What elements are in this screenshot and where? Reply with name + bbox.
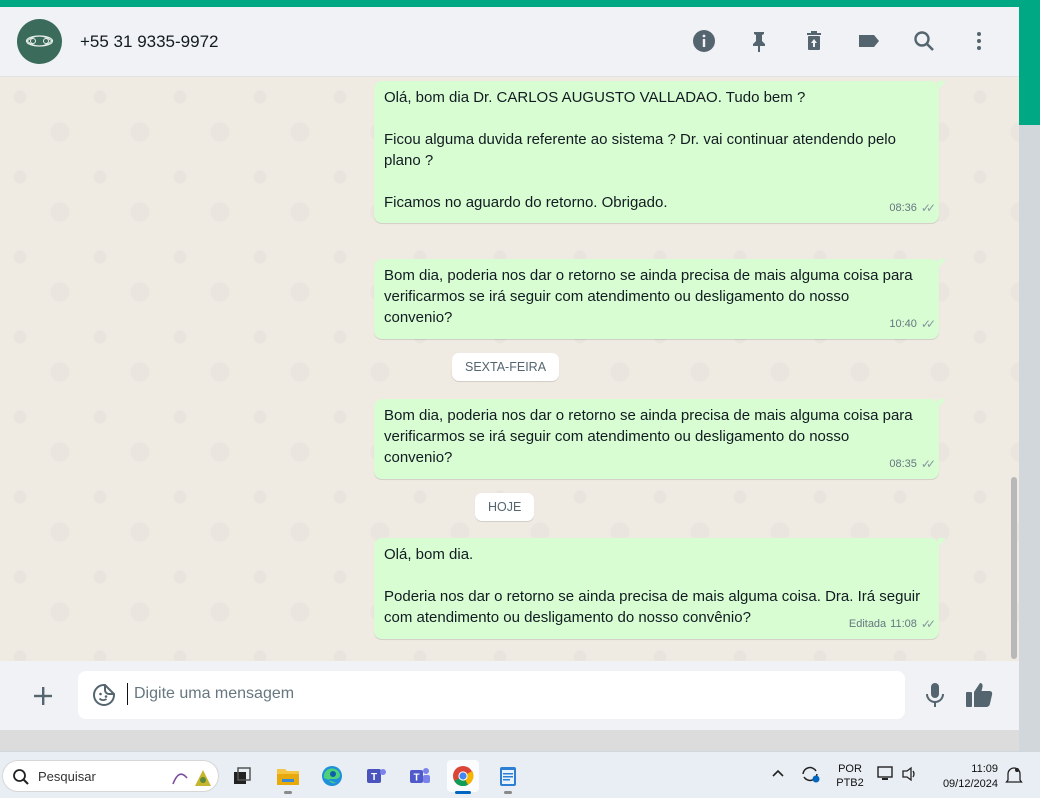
message-bubble[interactable]: Olá, bom dia. Poderia nos dar o retorno … [374, 538, 946, 639]
message-composer: Digite uma mensagem [0, 661, 1019, 730]
message-meta: 08:35 ✓✓ [889, 454, 936, 475]
contact-avatar[interactable] [17, 19, 62, 64]
message-time: 08:35 [889, 458, 917, 470]
file-explorer-icon[interactable] [272, 760, 304, 794]
pin-icon[interactable] [746, 28, 772, 54]
svg-text:T: T [413, 773, 419, 784]
message-line: com atendimento ou desligamento do nosso… [384, 609, 751, 626]
date-divider: SEXTA-FEIRA [452, 353, 560, 381]
message-meta: 10:40 ✓✓ [889, 314, 936, 335]
text-caret [127, 683, 128, 705]
clock-date: 09/12/2024 [942, 778, 998, 790]
menu-icon[interactable] [966, 28, 992, 54]
thumbs-up-icon[interactable] [964, 681, 994, 709]
read-ticks-icon: ✓✓ [920, 457, 936, 471]
edited-label: Editada [848, 618, 887, 630]
read-ticks-icon: ✓✓ [920, 317, 936, 331]
message-time: 08:36 [889, 202, 917, 214]
clock[interactable]: 11:09 09/12/2024 [930, 762, 1002, 792]
search-icon [13, 769, 29, 785]
message-line: Bom dia, poderia nos dar o retorno se ai… [384, 407, 913, 424]
message-line: Ficou alguma duvida referente ao sistema… [384, 131, 896, 148]
running-indicator [284, 791, 292, 794]
sync-icon[interactable] [800, 764, 822, 787]
svg-text:T: T [371, 772, 377, 783]
message-bubble[interactable]: Bom dia, poderia nos dar o retorno se ai… [374, 399, 946, 479]
notepad-icon[interactable] [492, 760, 524, 794]
chat-header: +55 31 9335-9972 [0, 7, 1019, 77]
message-line: verificarmos se irá seguir com atendimen… [384, 288, 850, 305]
search-highlight-icon [172, 770, 211, 786]
date-divider: HOJE [475, 493, 535, 521]
message-line [384, 171, 929, 192]
volume-icon[interactable] [901, 766, 919, 785]
message-bubble[interactable]: Olá, bom dia Dr. CARLOS AUGUSTO VALLADAO… [374, 81, 946, 223]
taskbar-search[interactable]: Pesquisar [2, 760, 219, 792]
whatsapp-window: +55 31 9335-9972 Olá, bom dia Dr. CARLOS… [0, 7, 1019, 730]
message-line: Olá, bom dia Dr. CARLOS AUGUSTO VALLADAO… [384, 89, 806, 106]
attach-plus-icon[interactable] [30, 683, 56, 709]
chat-scrollbar[interactable] [1011, 477, 1017, 659]
message-bubble[interactable]: Bom dia, poderia nos dar o retorno se ai… [374, 259, 946, 339]
message-line: convenio? [384, 309, 453, 326]
language-indicator[interactable]: POR PTB2 [834, 762, 866, 790]
windows-taskbar: Pesquisar T T POR PTB2 11:09 09/12/2024 [0, 751, 1040, 798]
message-time: 11:08 [890, 618, 917, 630]
read-ticks-icon: ✓✓ [920, 617, 936, 631]
info-icon[interactable] [691, 28, 717, 54]
window-top-accent [0, 0, 1040, 7]
window-side-panel [1019, 125, 1040, 751]
running-indicator [504, 791, 512, 794]
network-icon[interactable] [877, 765, 895, 786]
message-input-placeholder: Digite uma mensagem [134, 685, 295, 702]
message-line: Bom dia, poderia nos dar o retorno se ai… [384, 267, 913, 284]
teams-icon[interactable]: T [404, 760, 436, 792]
message-line [384, 565, 929, 586]
clock-time: 11:09 [971, 763, 998, 775]
label-icon[interactable] [856, 28, 882, 54]
chrome-icon[interactable] [447, 760, 479, 794]
window-side-accent [1019, 7, 1040, 125]
search-icon[interactable] [911, 28, 937, 54]
sticker-emoji-icon[interactable] [92, 683, 116, 707]
language-code: POR [838, 763, 862, 775]
edge-icon[interactable] [316, 760, 348, 792]
teams-classic-icon[interactable]: T [360, 760, 392, 792]
message-line: Poderia nos dar o retorno se ainda preci… [384, 588, 921, 605]
message-line [384, 108, 929, 129]
message-time: 10:40 [889, 318, 917, 330]
active-indicator [455, 791, 471, 794]
message-line: convenio? [384, 449, 453, 466]
microphone-icon[interactable] [922, 681, 948, 709]
chat-messages[interactable]: Olá, bom dia Dr. CARLOS AUGUSTO VALLADAO… [0, 77, 1019, 661]
task-view-icon[interactable] [226, 760, 258, 792]
read-ticks-icon: ✓✓ [920, 201, 936, 215]
message-line: Ficamos no aguardo do retorno. Obrigado. [384, 194, 668, 211]
message-line: verificarmos se irá seguir com atendimen… [384, 428, 850, 445]
message-line: Olá, bom dia. [384, 546, 474, 563]
message-line: plano ? [384, 152, 434, 169]
taskbar-search-placeholder: Pesquisar [38, 769, 96, 784]
message-meta: 08:36 ✓✓ [889, 198, 936, 219]
notification-icon[interactable] [1005, 765, 1023, 788]
delete-icon[interactable] [801, 28, 827, 54]
message-input[interactable]: Digite uma mensagem [78, 671, 905, 719]
tray-overflow-chevron-icon[interactable] [771, 767, 785, 782]
keyboard-layout: PTB2 [836, 777, 864, 789]
message-meta: Editada 11:08 ✓✓ [848, 614, 936, 635]
contact-name[interactable]: +55 31 9335-9972 [80, 32, 219, 52]
